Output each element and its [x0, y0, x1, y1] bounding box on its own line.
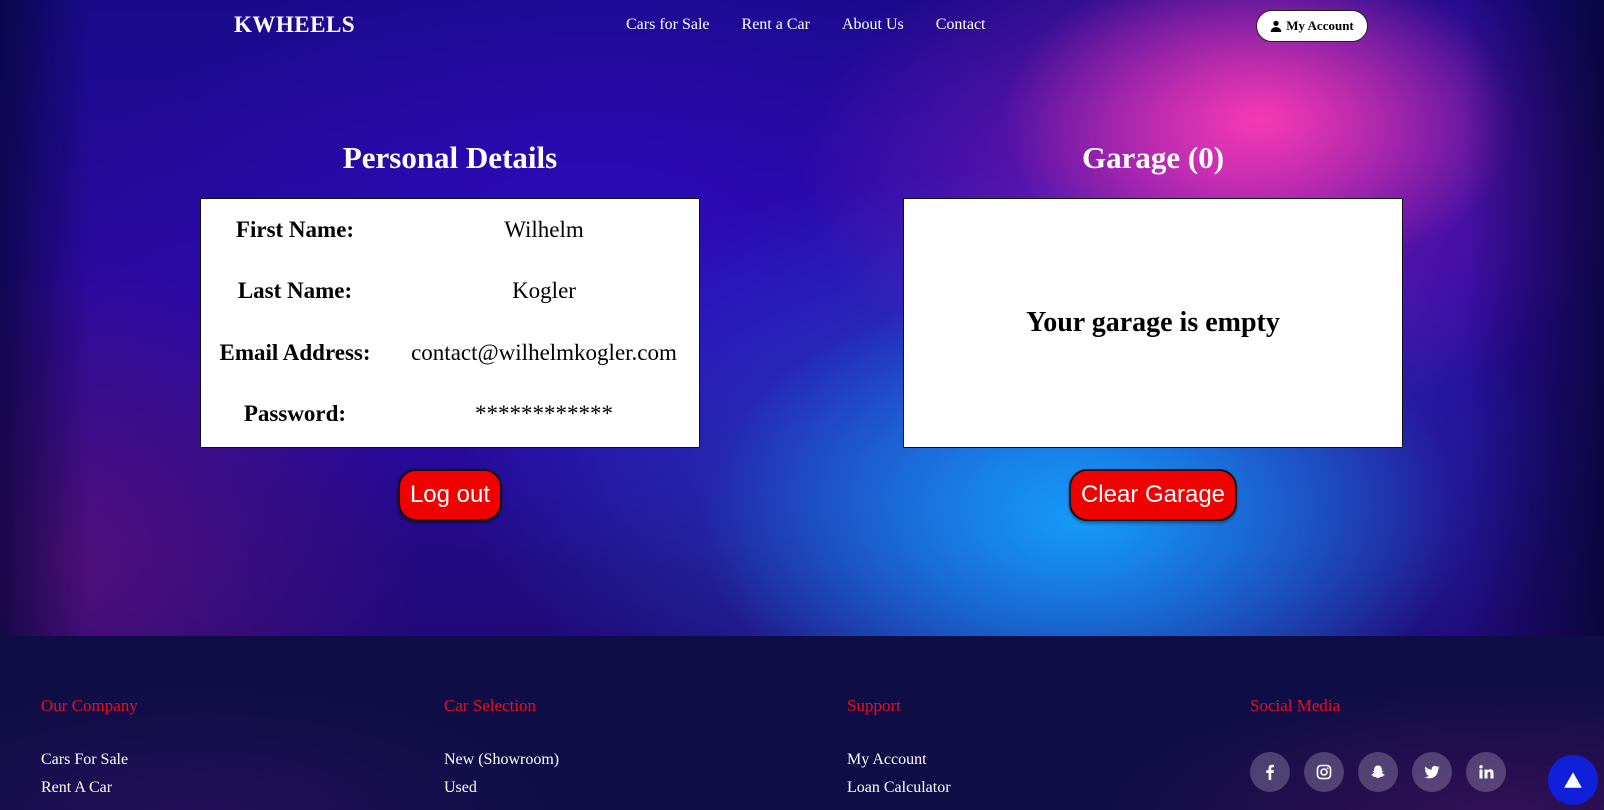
footer-link-rent-a-car[interactable]: Rent A Car	[41, 779, 112, 797]
footer-col-support: Support My Account Loan Calculator	[847, 696, 1147, 796]
footer-link-my-account[interactable]: My Account	[847, 751, 927, 769]
brand-logo[interactable]: KWHEELS	[234, 12, 355, 38]
footer-link-loan-calculator[interactable]: Loan Calculator	[847, 779, 951, 797]
logout-button[interactable]: Log out	[398, 469, 502, 521]
email-value: contact@wilhelmkogler.com	[411, 340, 677, 365]
facebook-icon[interactable]	[1250, 752, 1290, 792]
top-navbar: KWHEELS Cars for Sale Rent a Car About U…	[0, 0, 1604, 52]
first-name-label: First Name:	[235, 217, 355, 242]
nav-links: Cars for Sale Rent a Car About Us Contac…	[626, 16, 986, 34]
detail-row-password: Password: ************	[201, 401, 699, 441]
last-name-value: Kogler	[512, 278, 576, 303]
clear-garage-button[interactable]: Clear Garage	[1069, 469, 1237, 521]
my-account-button[interactable]: My Account	[1256, 10, 1368, 42]
garage-title: Garage (0)	[1081, 140, 1225, 175]
footer-heading-our-company: Our Company	[41, 696, 138, 715]
arrow-up-icon	[1564, 772, 1582, 788]
twitter-icon[interactable]	[1412, 752, 1452, 792]
garage-panel: Your garage is empty	[903, 198, 1403, 448]
garage-empty-message: Your garage is empty	[1026, 307, 1280, 338]
footer-heading-social-media: Social Media	[1250, 696, 1341, 715]
password-label: Password:	[243, 401, 347, 426]
nav-about-us[interactable]: About Us	[842, 16, 904, 34]
linkedin-icon[interactable]	[1466, 752, 1506, 792]
nav-cars-for-sale[interactable]: Cars for Sale	[626, 16, 710, 34]
my-account-label: My Account	[1286, 18, 1354, 33]
footer-col-our-company: Our Company Cars For Sale Rent A Car	[41, 696, 341, 796]
footer-link-cars-for-sale[interactable]: Cars For Sale	[41, 751, 128, 769]
social-icons	[1250, 752, 1506, 792]
snapchat-icon[interactable]	[1358, 752, 1398, 792]
detail-row-first-name: First Name: Wilhelm	[201, 217, 699, 257]
footer-link-new-showroom[interactable]: New (Showroom)	[444, 751, 559, 769]
scroll-to-top-button[interactable]	[1548, 755, 1598, 805]
site-footer: Our Company Cars For Sale Rent A Car Car…	[0, 636, 1604, 810]
footer-heading-car-selection: Car Selection	[444, 696, 537, 715]
footer-link-used[interactable]: Used	[444, 779, 477, 797]
nav-contact[interactable]: Contact	[936, 16, 986, 34]
footer-heading-support: Support	[847, 696, 901, 715]
footer-col-car-selection: Car Selection New (Showroom) Used	[444, 696, 744, 796]
first-name-value: Wilhelm	[504, 217, 584, 242]
footer-col-social-media: Social Media	[1250, 696, 1550, 792]
last-name-label: Last Name:	[237, 278, 353, 303]
instagram-icon[interactable]	[1304, 752, 1344, 792]
nav-rent-a-car[interactable]: Rent a Car	[742, 16, 810, 34]
user-icon	[1270, 20, 1282, 32]
detail-row-last-name: Last Name: Kogler	[201, 278, 699, 318]
email-label: Email Address:	[219, 340, 371, 365]
detail-row-email: Email Address: contact@wilhelmkogler.com	[201, 340, 699, 380]
personal-details-panel: First Name: Wilhelm Last Name: Kogler Em…	[200, 198, 700, 448]
personal-details-title: Personal Details	[342, 140, 558, 175]
password-value: ************	[475, 401, 613, 426]
